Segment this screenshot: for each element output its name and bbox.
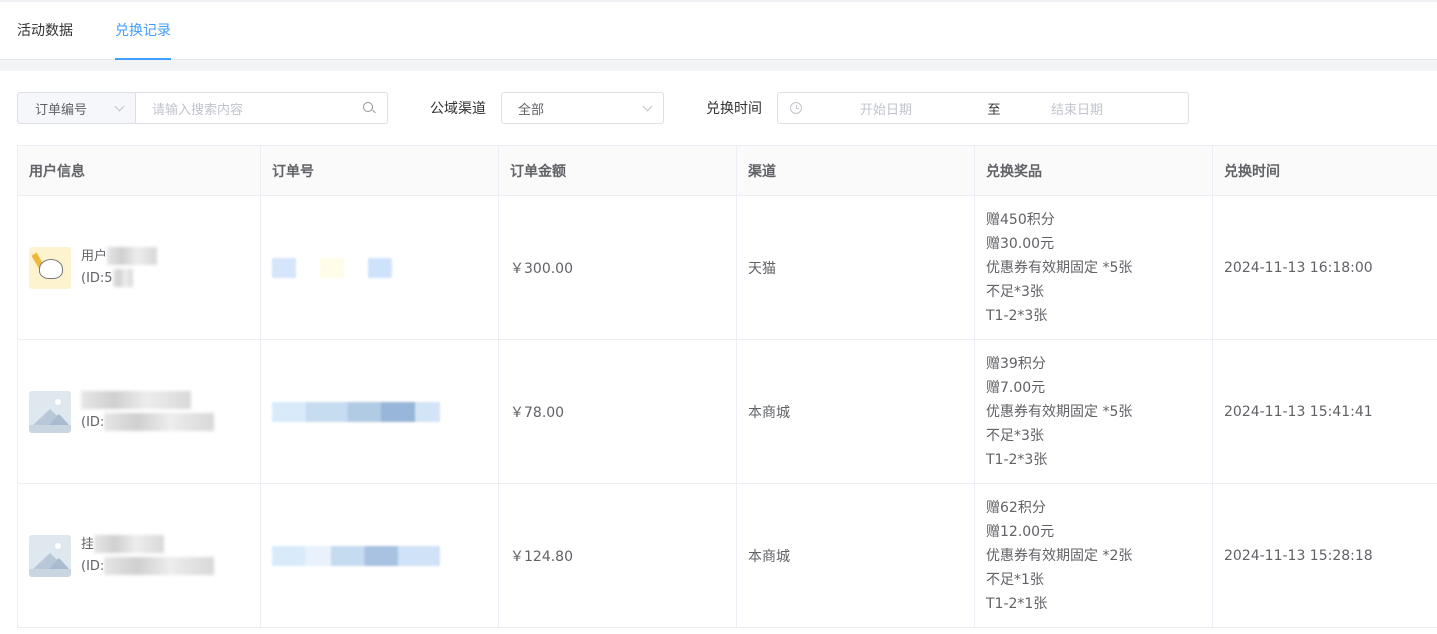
search-icon[interactable] [363,102,375,114]
column-header: 用户信息 [17,145,261,196]
user-name: 用户 [81,248,108,264]
start-date-input[interactable]: 开始日期 [806,99,966,118]
channel-cell: 天猫 [736,195,975,340]
prize-line: 赠12.00元 [986,523,1055,540]
channel-select[interactable]: 全部 [501,92,664,124]
prize-line: 赠62积分 [986,499,1046,516]
time-cell: 2024-11-13 15:41:41 [1212,339,1437,484]
user-id: (ID: [81,558,105,574]
filter-bar: 订单编号 请输入搜索内容 公域渠道 全部 兑换时间 开始日期 至 结束日期 [0,71,1437,145]
prize-line: T1-2*1张 [986,595,1048,612]
search-type-select[interactable]: 订单编号 [17,92,135,124]
clock-icon [790,102,802,114]
chevron-down-icon [642,101,653,111]
avatar [29,390,71,433]
prizes-cell: 赠39积分 赠7.00元 优惠券有效期固定 *5张 不足*3张 T1-2*3张 [974,339,1213,484]
redacted-mosaic [272,401,440,422]
order-number-cell [260,339,499,484]
time-cell: 2024-11-13 16:18:00 [1212,195,1437,340]
redacted-mosaic [107,247,158,265]
amount-cell: ￥300.00 [498,195,737,340]
user-cell: (ID: [17,339,261,484]
channel-cell: 本商城 [736,339,975,484]
prizes-cell: 赠450积分 赠30.00元 优惠券有效期固定 *5张 不足*3张 T1-2*3… [974,195,1213,340]
column-header: 兑换时间 [1212,145,1437,196]
records-table: 用户信息 订单号 订单金额 渠道 兑换奖品 兑换时间 用户 (ID:5 ￥300… [17,145,1437,628]
redacted-mosaic [94,535,165,553]
chevron-down-icon [114,101,125,111]
avatar [29,534,71,577]
column-header: 兑换奖品 [974,145,1213,196]
section-gap [0,60,1437,71]
column-header: 订单金额 [498,145,737,196]
tab-bar: 活动数据 兑换记录 [0,2,1437,60]
prize-line: 赠7.00元 [986,379,1046,396]
redacted-mosaic [272,257,392,278]
prize-line: 赠450积分 [986,211,1055,228]
avatar [29,246,71,289]
time-label: 兑换时间 [706,101,762,117]
table-row: (ID: ￥78.00 本商城 赠39积分 赠7.00元 优惠券有效期固定 *5… [17,339,1437,484]
prize-line: 不足*3张 [986,427,1044,444]
prize-line: 优惠券有效期固定 *5张 [986,259,1133,276]
amount-cell: ￥78.00 [498,339,737,484]
prize-line: T1-2*3张 [986,451,1048,468]
time-cell: 2024-11-13 15:28:18 [1212,483,1437,628]
tab-activity-data[interactable]: 活动数据 [17,20,73,59]
user-name: 挂 [81,536,95,552]
search-input[interactable]: 请输入搜索内容 [135,92,388,124]
table-header-row: 用户信息 订单号 订单金额 渠道 兑换奖品 兑换时间 [17,145,1437,196]
user-id: (ID: [81,414,105,430]
tab-redemption-records[interactable]: 兑换记录 [115,20,171,60]
prize-line: T1-2*3张 [986,307,1048,324]
order-number-cell [260,483,499,628]
table-row: 用户 (ID:5 ￥300.00 天猫 赠450积分 赠30.00元 优惠券有效… [17,195,1437,340]
redacted-mosaic [272,545,440,566]
search-placeholder: 请输入搜索内容 [152,102,244,118]
user-id: (ID:5 [81,270,113,286]
channel-value: 全部 [518,102,545,118]
amount-cell: ￥124.80 [498,483,737,628]
table-row: 挂 (ID: ￥124.80 本商城 赠62积分 赠12.00元 优惠券有效期固… [17,483,1437,628]
column-header: 渠道 [736,145,975,196]
redacted-mosaic [81,391,191,409]
prizes-cell: 赠62积分 赠12.00元 优惠券有效期固定 *2张 不足*1张 T1-2*1张 [974,483,1213,628]
redacted-mosaic [104,413,215,431]
redacted-mosaic [104,557,215,575]
user-cell: 用户 (ID:5 [17,195,261,340]
search-type-value: 订单编号 [35,102,88,118]
prize-line: 不足*1张 [986,571,1044,588]
prize-line: 不足*3张 [986,283,1044,300]
redacted-mosaic [112,269,133,287]
order-number-cell [260,195,499,340]
user-cell: 挂 (ID: [17,483,261,628]
range-separator: 至 [987,102,1001,118]
date-range-picker[interactable]: 开始日期 至 结束日期 [777,92,1189,124]
channel-label: 公域渠道 [430,101,486,117]
prize-line: 优惠券有效期固定 *2张 [986,547,1133,564]
channel-cell: 本商城 [736,483,975,628]
prize-line: 赠30.00元 [986,235,1055,252]
prize-line: 优惠券有效期固定 *5张 [986,403,1133,420]
column-header: 订单号 [260,145,499,196]
prize-line: 赠39积分 [986,355,1046,372]
end-date-input[interactable]: 结束日期 [1022,99,1132,118]
